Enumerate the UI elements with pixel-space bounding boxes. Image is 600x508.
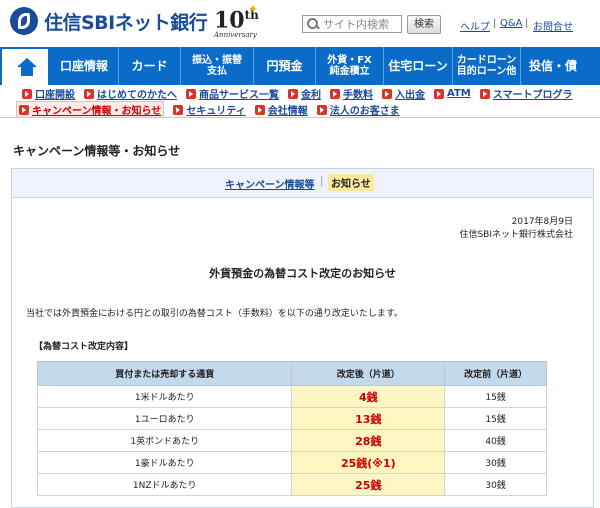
- sparkle-icon: ✦: [248, 2, 259, 16]
- nav-account-info[interactable]: 口座情報: [50, 47, 119, 85]
- util-separator: |: [493, 18, 497, 29]
- site-search-input[interactable]: サイト内検索: [302, 15, 402, 33]
- sub-nav-open-account[interactable]: 口座開設: [22, 86, 75, 101]
- table-row: 1ユーロあたり 13銭 15銭: [36, 407, 547, 430]
- arrow-right-icon: [288, 88, 298, 99]
- bank-logo-icon: [10, 7, 38, 35]
- sub-nav-products[interactable]: 商品サービス一覧: [186, 86, 279, 101]
- fx-cost-table: 買付または売却する通貨 改定後（片道） 改定前（片道） 1米ドルあたり 4銭 1…: [36, 361, 547, 496]
- sub-navigation: 口座開設 はじめてのかたへ 商品サービス一覧 金利 手数料 入出金 ATM スマ…: [0, 85, 600, 118]
- tab-news[interactable]: お知らせ: [328, 174, 374, 191]
- arrow-right-icon: [22, 88, 32, 99]
- notice-content: キャンペーン情報等 | お知らせ 2017年8月9日 住信SBIネット銀行株式会…: [11, 168, 594, 508]
- table-header-row: 買付または売却する通貨 改定後（片道） 改定前（片道）: [36, 361, 547, 386]
- nav-transfer[interactable]: 振込・振替 支払: [181, 47, 254, 85]
- notice-date: 2017年8月9日: [511, 217, 573, 227]
- sub-nav-interest-rates[interactable]: 金利: [288, 86, 321, 101]
- notice-intro: 当社では外貨預金における円との取引の為替コスト（手数料）を以下の通り改定いたしま…: [26, 309, 404, 319]
- nav-card[interactable]: カード: [119, 47, 181, 85]
- arrow-right-icon: [330, 88, 340, 99]
- cell-before: 40銭: [444, 429, 547, 452]
- sub-nav-fees[interactable]: 手数料: [330, 86, 373, 101]
- table-row: 1NZドルあたり 25銭 30銭: [36, 473, 547, 496]
- qa-link[interactable]: Q&A: [500, 18, 523, 29]
- sub-nav-company-info[interactable]: 会社情報: [254, 101, 308, 118]
- sub-nav-deposit-withdrawal[interactable]: 入出金: [382, 86, 425, 101]
- nav-yen-deposit[interactable]: 円預金: [254, 47, 316, 85]
- cell-after: 25銭(※1): [291, 451, 446, 474]
- cell-after: 25銭: [291, 473, 446, 496]
- cell-currency: 1英ポンドあたり: [36, 429, 293, 452]
- table-row: 1米ドルあたり 4銭 15銭: [36, 385, 547, 408]
- anniversary-badge: ✦ 10th Anniversary: [214, 2, 264, 42]
- cell-after: 13銭: [291, 407, 446, 430]
- bank-name: 住信SBIネット銀行: [44, 11, 208, 34]
- main-navigation: 口座情報 カード 振込・振替 支払 円預金 外貨・FX 純金積立 住宅ローン カ…: [0, 47, 600, 85]
- notice-title: 外貨預金の為替コスト改定のお知らせ: [209, 267, 396, 280]
- anniversary-number: 10: [214, 7, 245, 34]
- sub-nav-atm[interactable]: ATM: [434, 86, 471, 101]
- arrow-right-icon: [19, 104, 29, 115]
- sub-nav-row-2: キャンペーン情報・お知らせ セキュリティ 会社情報 法人のお客さま: [16, 101, 409, 118]
- cell-after: 28銭: [291, 429, 446, 452]
- arrow-right-icon: [434, 88, 444, 99]
- search-placeholder: サイト内検索: [323, 18, 389, 31]
- cell-before: 30銭: [444, 473, 547, 496]
- arrow-right-icon: [382, 88, 392, 99]
- sub-nav-row-1: 口座開設 はじめてのかたへ 商品サービス一覧 金利 手数料 入出金 ATM スマ…: [22, 86, 581, 101]
- sub-nav-security[interactable]: セキュリティ: [173, 101, 246, 118]
- cell-before: 30銭: [444, 451, 547, 474]
- arrow-right-icon: [254, 104, 265, 115]
- nav-investment[interactable]: 投信・債: [521, 47, 600, 85]
- content-tabs: キャンペーン情報等 | お知らせ: [12, 169, 593, 198]
- sub-nav-corporate[interactable]: 法人のお客さま: [316, 101, 400, 118]
- notice-company: 住信SBIネット銀行株式会社: [459, 230, 573, 240]
- util-separator: |: [525, 18, 529, 29]
- header-currency: 買付または売却する通貨: [36, 361, 293, 386]
- tab-campaign-info[interactable]: キャンペーン情報等: [225, 176, 315, 191]
- cell-currency: 1豪ドルあたり: [36, 451, 293, 474]
- arrow-right-icon: [173, 104, 184, 115]
- tab-separator: |: [320, 176, 324, 187]
- cell-currency: 1米ドルあたり: [36, 385, 293, 408]
- arrow-right-icon: [84, 88, 94, 99]
- arrow-right-icon: [479, 88, 490, 99]
- cell-before: 15銭: [444, 385, 547, 408]
- site-header: 住信SBIネット銀行 ✦ 10th Anniversary サイト内検索 検索 …: [0, 0, 600, 44]
- nav-home[interactable]: [0, 47, 50, 85]
- contact-link[interactable]: お問合せ: [533, 18, 573, 33]
- help-link[interactable]: ヘルプ: [460, 18, 490, 33]
- sub-nav-campaign-news[interactable]: キャンペーン情報・お知らせ: [16, 101, 165, 118]
- anniversary-label: Anniversary: [214, 31, 257, 40]
- arrow-right-icon: [186, 88, 196, 99]
- cell-currency: 1NZドルあたり: [36, 473, 293, 496]
- table-row: 1豪ドルあたり 25銭(※1) 30銭: [36, 451, 547, 474]
- header-before: 改定前（片道）: [444, 361, 547, 386]
- nav-card-loan[interactable]: カードローン 目的ローン他: [453, 47, 521, 85]
- section-heading: 【為替コスト改定内容】: [34, 342, 134, 352]
- search-button[interactable]: 検索: [407, 15, 441, 34]
- page-title: キャンペーン情報等・お知らせ: [13, 144, 181, 158]
- cell-before: 15銭: [444, 407, 547, 430]
- header-after: 改定後（片道）: [291, 361, 446, 386]
- cell-after: 4銭: [291, 385, 446, 408]
- table-row: 1英ポンドあたり 28銭 40銭: [36, 429, 547, 452]
- nav-housing-loan[interactable]: 住宅ローン: [384, 47, 453, 85]
- sub-nav-smart-program[interactable]: スマートプログラ: [479, 86, 572, 101]
- search-icon: [306, 17, 320, 31]
- arrow-right-icon: [316, 104, 327, 115]
- home-icon: [17, 58, 37, 76]
- sub-nav-beginners[interactable]: はじめてのかたへ: [84, 86, 177, 101]
- cell-currency: 1ユーロあたり: [36, 407, 293, 430]
- bank-logo[interactable]: 住信SBIネット銀行: [10, 7, 208, 35]
- nav-foreign-currency[interactable]: 外貨・FX 純金積立: [316, 47, 384, 85]
